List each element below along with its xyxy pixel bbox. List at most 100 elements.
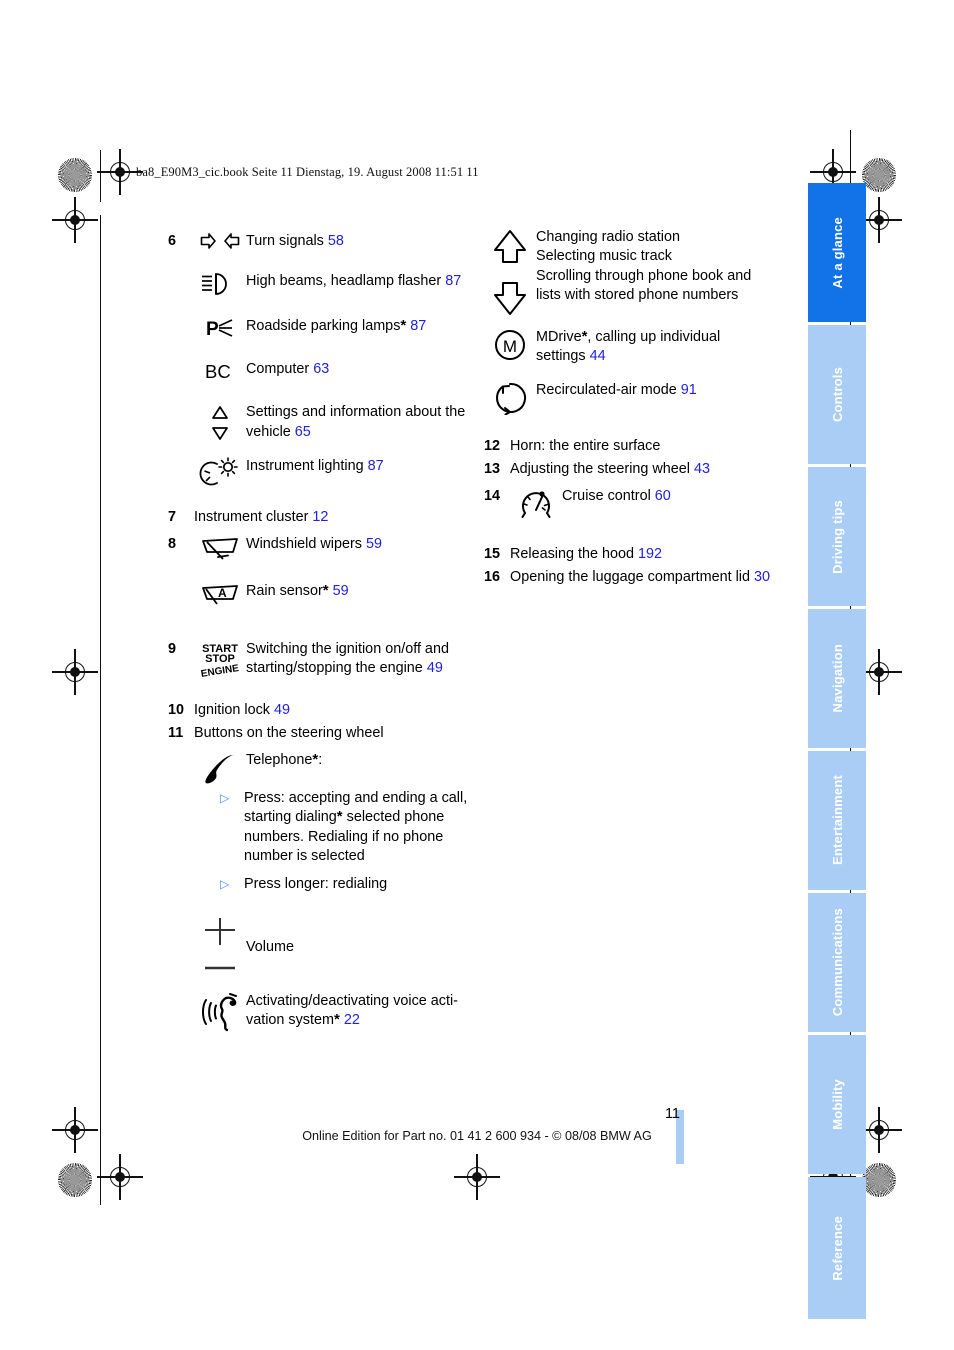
list-item: ▷ Press longer: redialing	[220, 875, 468, 894]
item-number: 8	[168, 535, 177, 552]
item-text-wrap: Switching the ignition on/off and starti…	[246, 640, 468, 679]
page-reference[interactable]: 49	[274, 702, 290, 718]
mdrive-label-cont: , calling up individual	[587, 329, 721, 345]
sidebar-tab-at-a-glance[interactable]: At a glance	[808, 183, 866, 322]
radio-scroll-line: Scrolling through phone book and	[536, 267, 752, 284]
bullet-text: Press: accepting and ending a call, star…	[244, 789, 468, 867]
page-reference[interactable]: 87	[445, 273, 461, 289]
list-item: 15 Releasing the hood 192	[484, 545, 784, 564]
page-number: 11	[664, 1106, 680, 1122]
page-reference[interactable]: 44	[590, 348, 606, 364]
list-item: High beams, headlamp flasher 87	[168, 272, 468, 296]
trim-line-left-vertical	[100, 215, 102, 1205]
registration-rosette-top-right	[862, 158, 896, 192]
mdrive-text-wrap: MDrive*, calling up individual settings …	[536, 328, 784, 367]
list-item: 8 Windshield wipers 59	[168, 535, 468, 561]
item-text-wrap: Horn: the entire surface	[510, 437, 784, 456]
registration-rosette-bottom-left	[58, 1163, 92, 1197]
page-reference[interactable]: 22	[344, 1012, 360, 1028]
item-text-wrap: Opening the luggage compartment lid 30	[510, 568, 784, 587]
page-reference[interactable]: 58	[328, 233, 344, 249]
item-label: Windshield wipers	[246, 535, 362, 552]
page-reference[interactable]: 63	[313, 361, 329, 377]
registration-crosshair-right-mid	[856, 649, 902, 695]
telephone-bullet-list: ▷ Press: accepting and ending a call, st…	[220, 789, 468, 894]
radio-scroll-lines: Changing radio station Selecting music t…	[536, 228, 784, 306]
list-item: 10 Ignition lock 49	[168, 701, 468, 720]
right-content-column: Changing radio station Selecting music t…	[484, 228, 784, 588]
item-text-wrap: Turn signals 58	[246, 232, 468, 251]
page-reference[interactable]: 43	[694, 461, 710, 477]
item-label: Settings and information about the vehic…	[246, 404, 466, 440]
mdrive-entry: M MDrive*, calling up individual setting…	[484, 328, 784, 367]
item-number: 6	[168, 233, 177, 249]
sidebar-tab-entertainment[interactable]: Entertainment	[808, 751, 866, 890]
item-text-wrap: Rain sensor* 59	[246, 582, 468, 601]
up-down-triangles-icon	[194, 403, 246, 443]
section-tab-rail: At a glance Controls Driving tips Naviga…	[808, 183, 866, 1322]
sidebar-tab-communications[interactable]: Communications	[808, 893, 866, 1032]
bullet-triangle-icon: ▷	[220, 876, 230, 891]
svg-text:M: M	[503, 337, 517, 356]
document-page: ba8_E90M3_cic.book Seite 11 Dienstag, 19…	[0, 0, 954, 1350]
sidebar-tab-navigation[interactable]: Navigation	[808, 609, 866, 748]
page-reference[interactable]: 87	[368, 458, 384, 474]
radio-scroll-line: Changing radio station	[536, 229, 681, 245]
item-text-wrap: Roadside parking lamps* 87	[246, 317, 468, 336]
recirculation-text-wrap: Recirculated-air mode 91	[536, 381, 784, 400]
item-number: 16	[484, 569, 501, 586]
mdrive-m-circle-icon: M	[484, 328, 536, 366]
page-reference[interactable]: 49	[427, 660, 443, 676]
page-reference[interactable]: 59	[333, 583, 349, 599]
mdrive-label: MDrive	[536, 329, 582, 345]
volume-entry: Volume	[168, 916, 468, 978]
sidebar-tab-driving-tips[interactable]: Driving tips	[808, 467, 866, 606]
svg-text:A: A	[218, 586, 227, 600]
list-item: A Rain sensor* 59	[168, 582, 468, 608]
list-item: Instrument lighting 87	[168, 457, 468, 487]
svg-text:BC: BC	[205, 361, 231, 382]
page-reference[interactable]: 65	[295, 424, 311, 440]
item-text-wrap: Buttons on the steering wheel	[194, 724, 468, 743]
page-reference[interactable]: 60	[655, 488, 671, 504]
bullet-text: Press longer: redialing	[244, 875, 388, 892]
page-reference[interactable]: 12	[312, 509, 328, 525]
instrument-lighting-icon	[194, 457, 246, 487]
svg-text:P: P	[206, 319, 219, 339]
page-reference[interactable]: 59	[366, 536, 382, 552]
telephone-entry: Telephone*:	[168, 751, 468, 785]
page-reference[interactable]: 91	[681, 382, 697, 398]
sidebar-tab-label: Driving tips	[829, 499, 845, 574]
optional-equipment-asterisk: *	[322, 581, 329, 599]
sidebar-tab-mobility[interactable]: Mobility	[808, 1035, 866, 1174]
sidebar-tab-controls[interactable]: Controls	[808, 325, 866, 464]
rain-sensor-icon: A	[194, 582, 246, 608]
sidebar-tab-reference[interactable]: Reference	[808, 1177, 866, 1319]
item-label: Cruise control	[562, 487, 651, 504]
page-reference[interactable]: 87	[410, 318, 426, 334]
high-beams-icon	[194, 272, 246, 296]
list-item: Settings and information about the vehic…	[168, 403, 468, 443]
turn-signals-icon	[194, 232, 246, 250]
voice-label-line1: Activating/deactivating voice acti-	[246, 992, 458, 1009]
item-text-wrap: Adjusting the steering wheel 43	[510, 460, 784, 479]
list-item: 6 Turn signals 58	[168, 232, 468, 251]
item-label: Instrument lighting	[246, 458, 364, 475]
radio-scroll-line: Selecting music track	[536, 248, 672, 265]
telephone-label-wrap: Telephone*:	[246, 750, 323, 768]
item-label: Adjusting the steering wheel	[510, 461, 690, 478]
sidebar-tab-label: Mobility	[829, 1079, 845, 1130]
sidebar-tab-label: Navigation	[829, 644, 845, 713]
registration-crosshair-bottom-center	[454, 1154, 500, 1200]
item-number: 12	[484, 437, 501, 454]
list-item: 16 Opening the luggage compartment lid 3…	[484, 568, 784, 587]
volume-label-wrap: Volume	[246, 916, 468, 957]
arrow-up-icon	[494, 230, 526, 263]
item-text-wrap: Cruise control 60	[562, 487, 784, 506]
item-number: 9	[168, 640, 177, 657]
registration-crosshair-right-upper	[856, 197, 902, 243]
recirculation-label: Recirculated-air mode	[536, 381, 677, 398]
registration-crosshair-left-upper	[52, 197, 98, 243]
page-reference[interactable]: 192	[638, 546, 662, 562]
page-reference[interactable]: 30	[754, 569, 770, 585]
